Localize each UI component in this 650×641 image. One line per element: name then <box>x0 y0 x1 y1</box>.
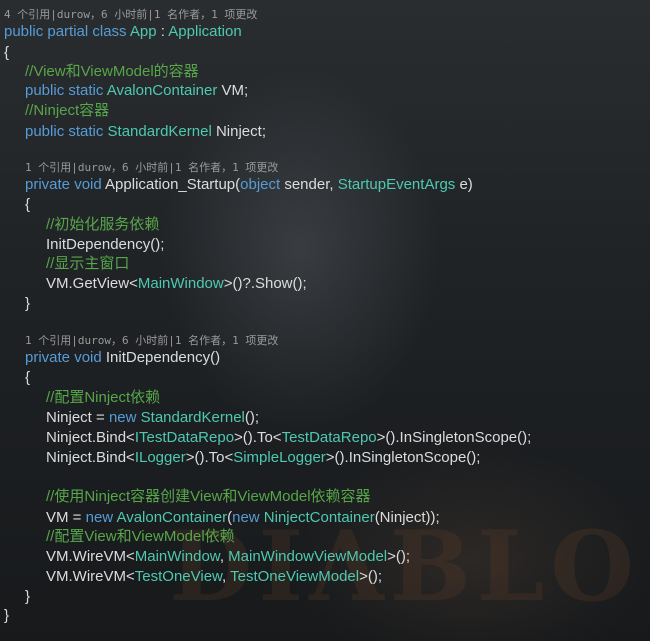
type-token: TestOneView <box>134 568 223 585</box>
code-line[interactable]: //配置Ninject依赖 <box>0 388 160 408</box>
code-token: { <box>25 196 31 213</box>
code-line[interactable]: InitDependency(); <box>0 235 164 255</box>
code-token: : <box>156 23 169 40</box>
code-line[interactable]: public partial class App : Application <box>0 22 242 42</box>
code-token: (); <box>244 409 260 426</box>
keyword-token: public static <box>25 82 107 99</box>
comment-token: //配置Ninject依赖 <box>46 389 161 406</box>
comment-token: //Ninject容器 <box>25 102 110 119</box>
code-token: } <box>4 607 10 624</box>
code-token: VM; <box>217 82 249 99</box>
code-token: Ninject.Bind< <box>46 429 135 446</box>
code-token: >().To< <box>234 429 282 446</box>
code-token: VM.WireVM< <box>46 548 135 565</box>
code-token: >(); <box>387 548 411 565</box>
code-line[interactable]: public static StandardKernel Ninject; <box>0 122 266 142</box>
code-line[interactable]: Ninject.Bind<ITestDataRepo>().To<TestDat… <box>0 428 531 448</box>
type-token: NinjectContainer <box>263 509 375 526</box>
code-token: >().InSingletonScope(); <box>325 449 481 466</box>
keyword-token: private void <box>25 349 106 366</box>
code-line[interactable]: //显示主窗口 <box>0 254 129 274</box>
keyword-token: new <box>85 509 117 526</box>
codelens-class-app[interactable]: 4 个引用|durow，6 小时前|1 名作者，1 项更改 <box>0 8 257 22</box>
type-token: StandardKernel <box>140 409 245 426</box>
code-token: } <box>25 295 31 312</box>
code-line[interactable]: //View和ViewModel的容器 <box>0 62 199 82</box>
comment-token: //配置View和ViewModel依赖 <box>46 528 235 545</box>
code-token: VM = <box>46 509 86 526</box>
code-line[interactable]: //配置View和ViewModel依赖 <box>0 527 235 547</box>
code-token: Ninject.Bind< <box>46 449 135 466</box>
code-token: >(); <box>359 568 383 585</box>
type-token: ILogger <box>134 449 186 466</box>
code-token: VM.GetView< <box>46 275 138 292</box>
code-token: VM.WireVM< <box>46 568 135 585</box>
type-token: MainWindow <box>134 548 220 565</box>
code-line[interactable]: //Ninject容器 <box>0 101 109 121</box>
type-token: MainWindowViewModel <box>228 548 388 565</box>
code-token: InitDependency(); <box>46 236 165 253</box>
code-line[interactable]: //初始化服务依赖 <box>0 215 159 235</box>
code-token: , <box>219 548 229 565</box>
comment-token: //使用Ninject容器创建View和ViewModel依赖容器 <box>46 488 371 505</box>
code-line[interactable]: //使用Ninject容器创建View和ViewModel依赖容器 <box>0 487 371 507</box>
code-line[interactable]: Ninject.Bind<ILogger>().To<SimpleLogger>… <box>0 448 480 468</box>
code-line[interactable]: } <box>0 587 30 607</box>
keyword-token: new <box>108 409 141 426</box>
type-token: SimpleLogger <box>233 449 326 466</box>
keyword-token: public static <box>25 123 108 140</box>
keyword-token: public partial class <box>4 23 130 40</box>
code-token: { <box>25 369 31 386</box>
code-line[interactable]: { <box>0 368 30 388</box>
code-line[interactable]: Ninject = new StandardKernel(); <box>0 408 259 428</box>
code-token: (Ninject)); <box>374 509 440 526</box>
keyword-token: new <box>232 509 264 526</box>
code-token: >().InSingletonScope(); <box>376 429 532 446</box>
type-token: TestOneViewModel <box>230 568 360 585</box>
code-editor[interactable]: DIABLO 4 个引用|durow，6 小时前|1 名作者，1 项更改 pub… <box>0 0 650 641</box>
code-line[interactable]: VM.GetView<MainWindow>()?.Show(); <box>0 274 307 294</box>
type-token: AvalonContainer <box>116 509 228 526</box>
code-line[interactable]: private void Application_Startup(object … <box>0 175 473 195</box>
code-token: Application_Startup( <box>105 176 241 193</box>
comment-token: //显示主窗口 <box>46 255 130 272</box>
type-token: StartupEventArgs <box>337 176 456 193</box>
keyword-token: object <box>240 176 281 193</box>
code-token: , <box>222 568 231 585</box>
code-token: Ninject = <box>46 409 109 426</box>
code-token: } <box>25 588 31 605</box>
code-token: Ninject; <box>211 123 266 140</box>
codelens-application-startup[interactable]: 1 个引用|durow，6 小时前|1 名作者，1 项更改 <box>0 161 278 175</box>
comment-token: //View和ViewModel的容器 <box>25 63 199 80</box>
code-token: sender, <box>280 176 338 193</box>
code-line[interactable]: { <box>0 43 9 63</box>
type-token: TestDataRepo <box>281 429 377 446</box>
code-line[interactable]: } <box>0 294 30 314</box>
code-line[interactable]: public static AvalonContainer VM; <box>0 81 248 101</box>
code-token: >()?.Show(); <box>223 275 307 292</box>
codelens-init-dependency[interactable]: 1 个引用|durow，6 小时前|1 名作者，1 项更改 <box>0 334 278 348</box>
keyword-token: private void <box>25 176 106 193</box>
code-line[interactable]: private void InitDependency() <box>0 348 220 368</box>
code-line[interactable]: VM.WireVM<TestOneView, TestOneViewModel>… <box>0 567 382 587</box>
comment-token: //初始化服务依赖 <box>46 216 160 233</box>
type-token: App <box>129 23 157 40</box>
type-token: StandardKernel <box>107 123 212 140</box>
code-line[interactable]: VM = new AvalonContainer(new NinjectCont… <box>0 508 440 528</box>
code-line[interactable]: { <box>0 195 30 215</box>
code-token: e) <box>455 176 473 193</box>
code-line[interactable]: VM.WireVM<MainWindow, MainWindowViewMode… <box>0 547 410 567</box>
code-token: { <box>4 44 10 61</box>
type-token: AvalonContainer <box>106 82 218 99</box>
code-token: InitDependency() <box>105 349 221 366</box>
code-line[interactable]: } <box>0 606 9 626</box>
type-token: MainWindow <box>137 275 224 292</box>
code-token: >().To< <box>185 449 234 466</box>
type-token: ITestDataRepo <box>134 429 235 446</box>
type-token: Application <box>168 23 242 40</box>
